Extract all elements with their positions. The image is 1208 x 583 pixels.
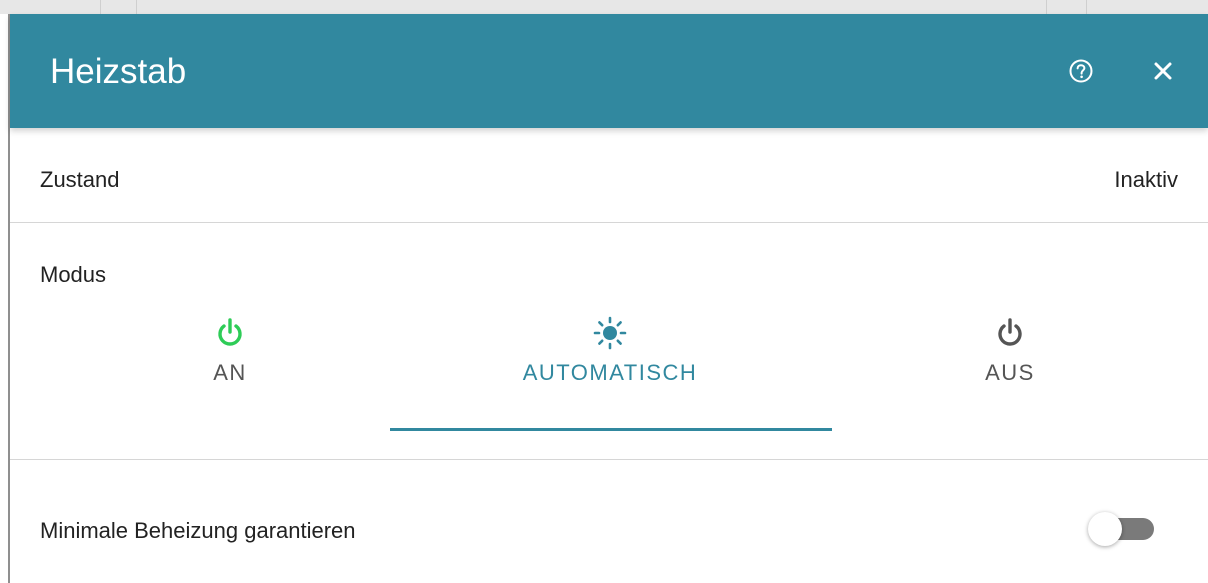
divider (10, 222, 1208, 223)
mode-tab-aus[interactable]: AUS (790, 316, 1208, 436)
background-divider (100, 0, 101, 14)
min-heating-label: Minimale Beheizung garantieren (40, 518, 356, 543)
active-tab-indicator (390, 428, 832, 431)
divider (10, 459, 1208, 460)
help-button[interactable] (1068, 58, 1094, 84)
dialog-title: Heizstab (50, 52, 187, 91)
heizstab-dialog: Heizstab Zustand Inaktiv Modus AN AUTOMA… (8, 14, 1208, 583)
mode-tab-label: AUTOMATISCH (522, 360, 698, 385)
state-label: Zustand (40, 167, 120, 192)
help-circle-icon (1069, 59, 1093, 83)
page: Heizstab Zustand Inaktiv Modus AN AUTOMA… (0, 0, 1208, 583)
power-icon (998, 318, 1022, 346)
mode-label: Modus (40, 262, 107, 287)
close-icon (1154, 62, 1172, 80)
min-heating-toggle[interactable] (1084, 509, 1164, 549)
mode-tab-label: AUS (985, 360, 1035, 385)
power-icon (218, 318, 242, 346)
state-value: Inaktiv (1114, 167, 1178, 192)
mode-tab-an[interactable]: AN (10, 316, 450, 436)
sun-icon (593, 316, 627, 350)
background-divider (136, 0, 137, 14)
dialog-header: Heizstab (10, 14, 1208, 128)
toggle-knob (1088, 512, 1122, 546)
background-window (0, 0, 1208, 14)
close-button[interactable] (1150, 58, 1176, 84)
mode-tab-label: AN (213, 360, 247, 385)
background-divider (1046, 0, 1047, 14)
mode-tab-automatisch[interactable]: AUTOMATISCH (390, 316, 830, 436)
background-divider (1086, 0, 1087, 14)
